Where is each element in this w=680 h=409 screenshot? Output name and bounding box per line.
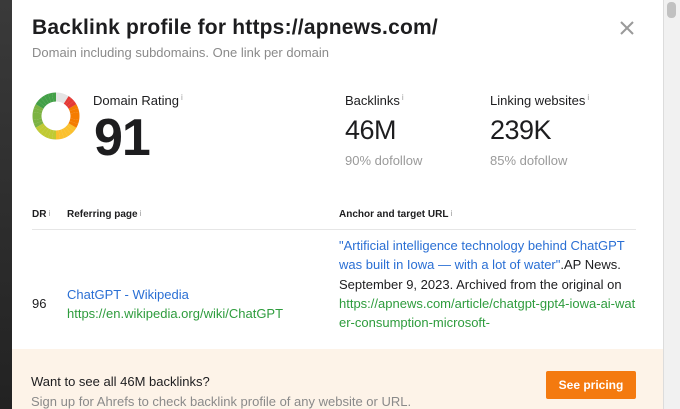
upsell-banner: Want to see all 46M backlinks? Sign up f… <box>12 349 664 409</box>
background-page <box>0 0 12 409</box>
gauge-segment <box>68 104 79 112</box>
info-icon[interactable]: i <box>587 93 589 102</box>
gauge-segment <box>63 127 72 137</box>
linking-websites-value: 239K <box>490 115 552 145</box>
info-icon[interactable]: i <box>450 209 452 218</box>
gauge-segment <box>35 123 45 132</box>
gauge-segment <box>44 128 52 139</box>
close-icon[interactable] <box>617 18 637 38</box>
backlinks-value: 46M <box>345 115 397 145</box>
gauge-segment <box>69 107 80 114</box>
gauge-segment <box>40 127 49 137</box>
info-icon[interactable]: i <box>402 93 404 102</box>
domain-rating-label: Domain Rating i <box>93 93 183 108</box>
anchor-cell: "Artificial intelligence technology behi… <box>339 236 639 332</box>
gauge-segment <box>37 125 47 135</box>
gauge-segment <box>69 118 80 125</box>
gauge-segment <box>35 100 45 109</box>
gauge-segment <box>33 120 44 128</box>
gauge-segment <box>58 129 65 140</box>
target-url-link[interactable]: https://apnews.com/article/chatgpt-gpt4-… <box>339 296 635 330</box>
see-pricing-button[interactable]: See pricing <box>546 371 636 399</box>
upsell-subtitle: Sign up for Ahrefs to check backlink pro… <box>31 394 412 409</box>
row-dr-value: 96 <box>32 296 47 311</box>
domain-rating-value: 91 <box>94 109 151 167</box>
gauge-segment <box>60 128 68 139</box>
info-icon[interactable]: i <box>48 209 50 218</box>
table-divider <box>32 229 636 230</box>
gauge-segment <box>68 120 79 128</box>
gauge-segment <box>32 107 43 114</box>
column-header-anchor[interactable]: Anchor and target URL i <box>339 209 452 220</box>
gauge-segment <box>67 123 77 132</box>
upsell-title: Want to see all 46M backlinks? <box>31 374 210 389</box>
gauge-segment <box>63 96 72 105</box>
referring-page-url-link[interactable]: https://en.wikipedia.org/wiki/ChatGPT <box>67 306 283 321</box>
gauge-segment <box>32 118 43 125</box>
backlinks-label: Backlinks i <box>345 93 404 108</box>
info-icon[interactable]: i <box>140 209 142 218</box>
linking-websites-label: Linking websites i <box>490 93 590 108</box>
gauge-segment <box>33 104 44 112</box>
modal-title: Backlink profile for https://apnews.com/ <box>32 16 438 39</box>
gauge-segment <box>37 97 47 107</box>
modal-subtitle: Domain including subdomains. One link pe… <box>32 45 329 60</box>
gauge-segment <box>47 92 54 103</box>
backlinks-dofollow: 90% dofollow <box>345 153 423 168</box>
domain-rating-gauge-icon <box>32 92 80 140</box>
scrollbar-thumb[interactable] <box>667 2 676 18</box>
referring-page-title-link[interactable]: ChatGPT - Wikipedia <box>67 287 189 302</box>
column-header-referring-page[interactable]: Referring page i <box>67 209 141 220</box>
gauge-segment <box>67 100 77 109</box>
gauge-segment <box>47 129 54 140</box>
gauge-segment <box>40 95 49 105</box>
column-header-dr[interactable]: DR i <box>32 209 50 220</box>
backlink-profile-modal: Backlink profile for https://apnews.com/… <box>12 0 664 409</box>
gauge-segment <box>44 93 52 104</box>
gauge-segment <box>65 97 75 107</box>
linking-websites-dofollow: 85% dofollow <box>490 153 568 168</box>
scrollbar[interactable] <box>663 0 680 409</box>
gauge-segment <box>65 125 75 135</box>
info-icon[interactable]: i <box>181 93 183 102</box>
